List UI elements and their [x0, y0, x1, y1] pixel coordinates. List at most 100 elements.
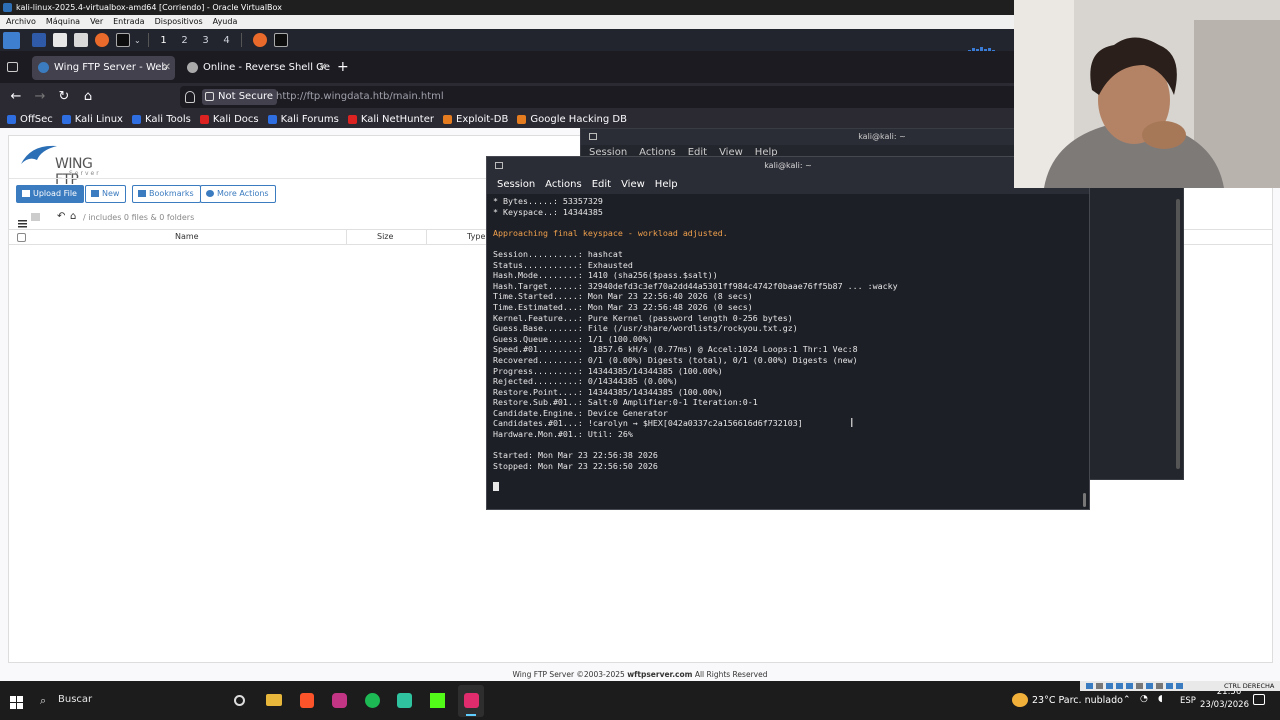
volume-icon[interactable]: ◖ [1158, 694, 1163, 704]
terminal-started: Started: Mon Mar 23 22:56:38 2026 [493, 450, 658, 461]
recording-icon[interactable] [1156, 683, 1163, 689]
search-icon[interactable]: ⌕ [40, 694, 46, 708]
bookmark-google-hacking-db[interactable]: Google Hacking DB [517, 114, 627, 125]
mouse-integration-icon[interactable] [1176, 683, 1183, 689]
instagram-icon[interactable] [332, 693, 347, 708]
terminal-scrollbar[interactable] [1083, 493, 1086, 507]
select-all-checkbox[interactable] [17, 233, 26, 242]
bookmark-kali-tools[interactable]: Kali Tools [131, 114, 191, 125]
terminal-back-scrollbar[interactable] [1176, 199, 1180, 469]
host-key-label: CTRL DERECHA [1224, 682, 1275, 690]
taskbar-search[interactable]: Buscar [58, 694, 92, 705]
workspace-3[interactable]: 3 [195, 35, 216, 46]
bookmark-kali-forums[interactable]: Kali Forums [267, 114, 339, 125]
windows-start-icon[interactable] [10, 694, 23, 709]
tab-reverse-shell[interactable]: Online - Reverse Shell Ge ✕ [181, 56, 331, 80]
not-secure-badge[interactable]: Not Secure [202, 89, 278, 105]
upload-file-button[interactable]: Upload File [16, 185, 84, 203]
network-icon[interactable] [1116, 683, 1123, 689]
home-dir-icon[interactable]: ⌂ [70, 211, 76, 222]
app-icon[interactable] [397, 693, 412, 708]
workspace-1[interactable]: 1 [153, 35, 174, 46]
text-editor-icon[interactable] [74, 33, 88, 47]
new-tab-button[interactable]: + [337, 56, 349, 78]
chevron-down-icon[interactable]: ⌄ [134, 36, 144, 45]
firefox-window-icon[interactable] [253, 33, 267, 47]
menu-archivo[interactable]: Archivo [6, 15, 36, 29]
display-icon[interactable] [1146, 683, 1153, 689]
taskbar-active-app[interactable] [458, 685, 484, 717]
language-indicator[interactable]: ESP [1180, 696, 1196, 706]
cpu-icon[interactable] [1166, 683, 1173, 689]
grid-view-icon[interactable] [31, 213, 40, 221]
show-desktop-icon[interactable] [32, 33, 46, 47]
bookmark-exploit-db[interactable]: Exploit-DB [443, 114, 508, 125]
reload-icon[interactable]: ↻ [56, 89, 72, 105]
shield-icon[interactable] [185, 91, 195, 103]
window-title: kali-linux-2025.4-virtualbox-amd64 [Corr… [16, 3, 282, 12]
wifi-icon[interactable]: ◔ [1140, 694, 1148, 704]
kick-icon[interactable] [430, 693, 445, 708]
menu-entrada[interactable]: Entrada [113, 15, 144, 29]
menu-ayuda[interactable]: Ayuda [213, 15, 238, 29]
file-explorer-icon[interactable] [266, 694, 282, 706]
tray-chevron-icon[interactable]: ⌃ [1123, 695, 1131, 705]
terminal-menu-session[interactable]: Session [497, 175, 535, 194]
terminal-launcher-icon[interactable] [116, 33, 130, 47]
brave-icon[interactable] [300, 693, 314, 708]
terminal-output[interactable]: * Bytes.....: 53357329 * Keyspace..: 1434… [493, 196, 1083, 494]
terminal-window-icon[interactable] [274, 33, 288, 47]
tab-wing-ftp[interactable]: Wing FTP Server - Web C ✕ [32, 56, 175, 97]
terminal-menu-view[interactable]: View [621, 175, 645, 194]
clock-date[interactable]: 23/03/2026 [1200, 700, 1249, 710]
menu-ver[interactable]: Ver [90, 15, 103, 29]
close-tab-icon[interactable]: ✕ [163, 56, 171, 80]
terminal-line: Hash.Mode........: 1410 (sha256($pass.$s… [493, 270, 718, 281]
terminal-menu-help[interactable]: Help [655, 175, 678, 194]
shared-folder-icon[interactable] [1136, 683, 1143, 689]
forward-icon[interactable]: → [32, 89, 48, 105]
text-cursor-icon: I [850, 416, 854, 430]
cortana-icon[interactable] [234, 695, 245, 706]
terminal-menu-edit[interactable]: Edit [592, 175, 611, 194]
hdd-icon[interactable] [1086, 683, 1093, 689]
terminal-menu-actions[interactable]: Actions [545, 175, 582, 194]
bookmark-kali-linux[interactable]: Kali Linux [61, 114, 123, 125]
terminal-line: Progress.........: 14344385/14344385 (10… [493, 365, 723, 376]
column-name[interactable]: Name [175, 232, 199, 241]
footer-link[interactable]: wftpserver.com [627, 670, 692, 679]
new-button[interactable]: New [85, 185, 127, 203]
home-icon[interactable]: ⌂ [80, 89, 96, 105]
workspace-2[interactable]: 2 [174, 35, 195, 46]
bookmarks-button[interactable]: Bookmarks [132, 185, 201, 203]
spotify-icon[interactable] [365, 693, 380, 708]
column-size[interactable]: Size [377, 232, 393, 241]
bookmark-kali-nethunter[interactable]: Kali NetHunter [347, 114, 434, 125]
firefox-launcher-icon[interactable] [95, 33, 109, 47]
tab-list-icon[interactable] [7, 62, 18, 72]
terminal-line: Guess.Base.......: File (/usr/share/word… [493, 323, 798, 334]
terminal-cursor [493, 482, 499, 492]
usb-icon[interactable] [1126, 683, 1133, 689]
list-view-icon[interactable] [18, 213, 27, 228]
terminal-window[interactable]: kali@kali: ~ Session Actions Edit View H… [486, 156, 1090, 510]
back-dir-icon[interactable]: ↶ [57, 211, 65, 222]
kali-menu-icon[interactable] [3, 31, 20, 49]
weather-text[interactable]: 23°C Parc. nublado [1032, 695, 1123, 706]
audio-icon[interactable] [1106, 683, 1113, 689]
plus-circle-icon [206, 190, 214, 197]
weather-icon[interactable] [1012, 693, 1028, 707]
close-tab-icon[interactable]: ✕ [319, 56, 327, 80]
menu-dispositivos[interactable]: Dispositivos [155, 15, 203, 29]
workspace-4[interactable]: 4 [216, 35, 237, 46]
wing-ftp-favicon [38, 62, 49, 73]
optical-icon[interactable] [1096, 683, 1103, 689]
menu-maquina[interactable]: Máquina [46, 15, 80, 29]
bookmark-kali-docs[interactable]: Kali Docs [199, 114, 259, 125]
notifications-icon[interactable] [1253, 694, 1265, 705]
more-actions-button[interactable]: More Actions [200, 185, 276, 203]
column-type[interactable]: Type [467, 232, 485, 241]
bookmark-offsec[interactable]: OffSec [7, 114, 53, 125]
back-icon[interactable]: ← [8, 89, 24, 105]
file-manager-icon[interactable] [53, 33, 67, 47]
